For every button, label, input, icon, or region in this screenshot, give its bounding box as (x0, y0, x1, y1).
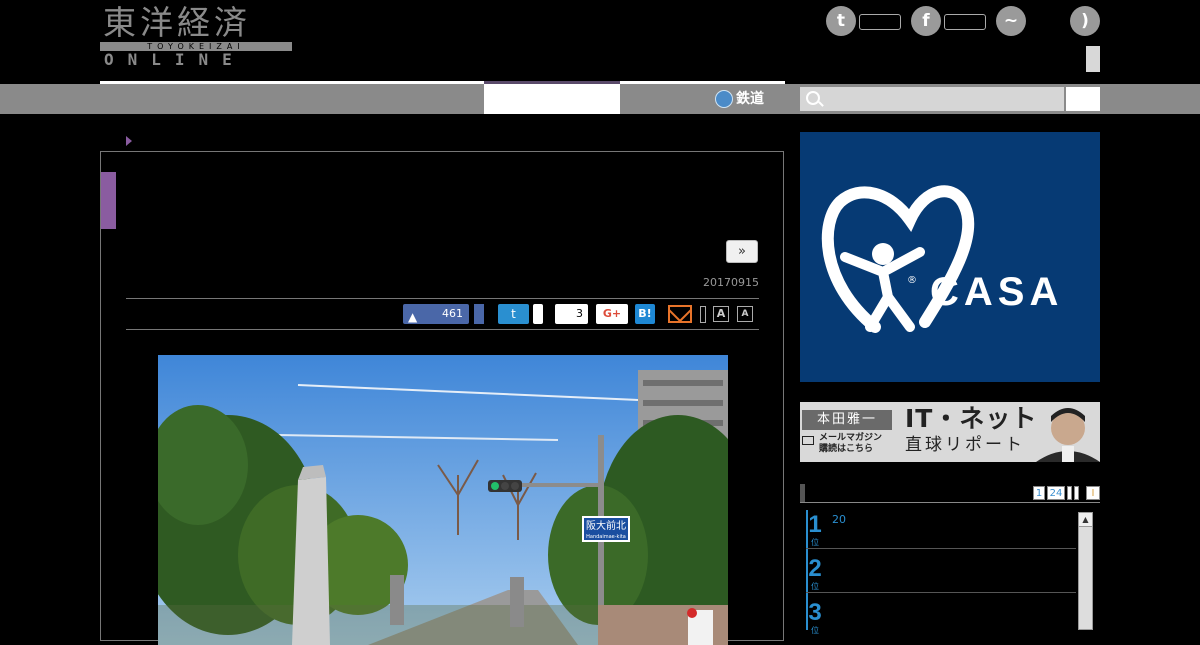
nav-tab-active[interactable] (484, 84, 620, 114)
article-date: 20170915 (703, 276, 759, 289)
mail-icon[interactable] (668, 305, 692, 323)
ranking-separator (806, 548, 1076, 549)
rank-number: 1 (808, 511, 822, 538)
banner-subtitle: 直球リポート (905, 435, 1025, 455)
scroll-up-icon[interactable]: ▲ (1078, 512, 1093, 527)
like-count: 461 (442, 307, 463, 320)
facebook-like-count (944, 14, 986, 30)
ranking-item[interactable]: 3 位 (806, 598, 1076, 636)
ranking-separator (806, 592, 1076, 593)
twitter-share-button[interactable]: t (498, 304, 529, 324)
rank-number: 2 (808, 555, 822, 582)
banner-author: 本田雅一 (802, 410, 892, 430)
ranking-tab-3[interactable] (1067, 486, 1072, 500)
banner-title: IT・ネット (905, 404, 1038, 433)
ranking-scrollbar[interactable] (1078, 512, 1093, 630)
logo-main[interactable]: 東洋経済 (103, 4, 293, 42)
hatena-count: 3 (555, 304, 588, 324)
banner-mail-line1: メールマガジン (819, 433, 883, 443)
title-marker (101, 172, 116, 229)
signpost-text: 阪大前北 (586, 519, 626, 532)
ranking-list: 1 位 20 2 位 3 位 (806, 510, 1076, 640)
search-input[interactable] (800, 87, 1064, 111)
railway-icon (715, 90, 733, 108)
ranking-item[interactable]: 1 位 20 (806, 510, 1076, 548)
rank-unit: 位 (811, 538, 819, 547)
ranking-tab-5[interactable]: I (1086, 486, 1100, 500)
ranking-tab-1[interactable]: 1 (1033, 486, 1045, 500)
next-page-button[interactable]: » (726, 240, 758, 263)
gplus-share-button[interactable]: G+ (596, 304, 628, 324)
rank-unit: 位 (811, 582, 819, 591)
search-icon (806, 91, 820, 105)
share-divider-top (126, 298, 759, 299)
ranking-header-marker (800, 484, 805, 502)
breadcrumb-arrow-icon (126, 136, 132, 146)
messenger-icon[interactable]: ~ (996, 6, 1026, 36)
font-small-button[interactable]: A (737, 306, 753, 322)
rank-unit: 位 (811, 626, 819, 635)
facebook-share-button[interactable] (474, 304, 484, 324)
signpost-sub: Handaimae-kita (586, 534, 626, 540)
login-button[interactable] (1086, 46, 1100, 72)
rank-item-text[interactable]: 20 (832, 513, 846, 526)
facebook-like-button[interactable]: ▲ 461 (403, 304, 469, 324)
ranking-tab-24[interactable]: 24 (1047, 486, 1065, 500)
hatena-bookmark-button[interactable]: B! (635, 304, 655, 324)
ranking-tab-4[interactable] (1074, 486, 1079, 500)
share-divider-bottom (126, 329, 759, 330)
ad-reg-mark: ® (907, 275, 917, 286)
print-button[interactable] (700, 306, 706, 323)
facebook-icon[interactable]: f (911, 6, 941, 36)
search-button[interactable] (1066, 87, 1100, 111)
envelope-icon (802, 436, 814, 445)
sidebar-ad[interactable] (800, 132, 1100, 382)
twitter-follow-count (859, 14, 901, 30)
thumbs-up-icon: ▲ (408, 310, 418, 324)
nav-tab-railway-label: 鉄道 (736, 91, 764, 107)
rank-number: 3 (808, 599, 822, 626)
ad-brand: CASA (930, 270, 1064, 314)
banner-mail-text: メールマガジン 購読はこちら (803, 433, 882, 455)
logo-sub: ONLINE (104, 50, 246, 69)
ranking-item[interactable]: 2 位 (806, 554, 1076, 592)
twitter-share-count (533, 304, 543, 324)
rss-icon[interactable]: ) (1070, 6, 1100, 36)
nav-tab-railway[interactable]: 鉄道 (715, 87, 764, 111)
banner-mail-line2: 購読はこちら (819, 444, 874, 454)
font-large-button[interactable]: A (713, 306, 729, 322)
article-photo: 阪大前北 Handaimae-kita (158, 355, 728, 645)
twitter-icon[interactable]: t (826, 6, 856, 36)
